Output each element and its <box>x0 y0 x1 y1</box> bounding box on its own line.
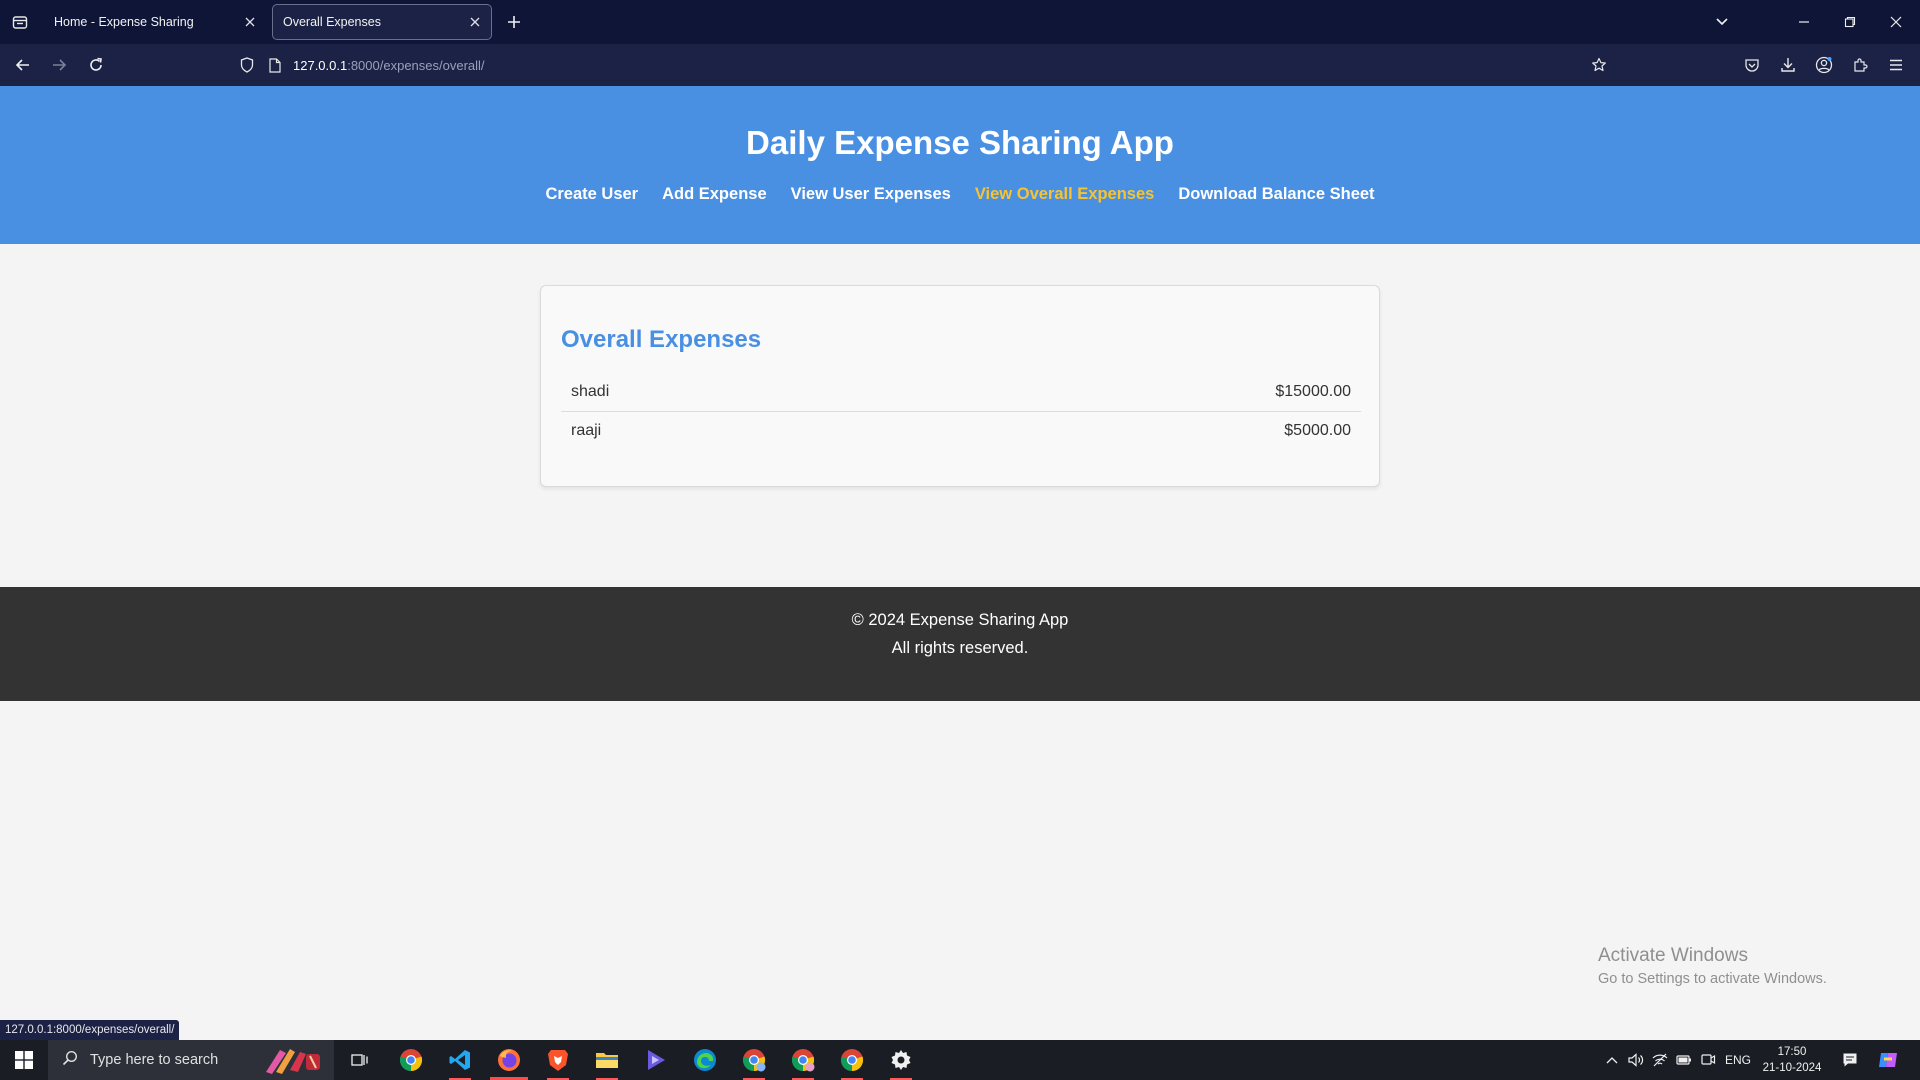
expense-amount: $5000.00 <box>1284 422 1351 439</box>
close-window-icon[interactable] <box>1884 10 1908 34</box>
site-footer: © 2024 Expense Sharing App All rights re… <box>0 587 1920 701</box>
volume-icon[interactable] <box>1624 1040 1648 1080</box>
restore-icon[interactable] <box>1838 10 1862 34</box>
site-header: Daily Expense Sharing App Create User Ad… <box>0 86 1920 244</box>
watermark-title: Activate Windows <box>1598 945 1748 966</box>
chrome-profile-icon[interactable] <box>780 1040 826 1080</box>
nav-link-view-overall-expenses[interactable]: View Overall Expenses <box>975 185 1154 204</box>
clock-date: 21-10-2024 <box>1762 1062 1822 1074</box>
browser-nav-bar: 127.0.0.1:8000/expenses/overall/ <box>0 44 1920 86</box>
address-bar[interactable]: 127.0.0.1:8000/expenses/overall/ <box>230 49 1616 81</box>
search-icon <box>62 1050 78 1070</box>
url-text[interactable]: 127.0.0.1:8000/expenses/overall/ <box>293 58 485 73</box>
downloads-icon[interactable] <box>1776 53 1800 77</box>
link-status-tooltip: 127.0.0.1:8000/expenses/overall/ <box>0 1020 180 1040</box>
page-icon[interactable] <box>266 56 284 74</box>
back-icon[interactable] <box>11 53 35 77</box>
notification-icon[interactable] <box>1834 1040 1866 1080</box>
taskbar-clock[interactable]: 17:50 21-10-2024 <box>1762 1044 1822 1076</box>
taskbar-search-box[interactable]: Type here to search <box>48 1040 334 1080</box>
firefox-view-icon[interactable] <box>8 10 32 34</box>
media-player-icon[interactable] <box>633 1040 679 1080</box>
list-item: raaji $5000.00 <box>561 411 1361 450</box>
close-icon[interactable] <box>238 10 262 34</box>
extensions-icon[interactable] <box>1848 53 1872 77</box>
watermark-subtitle: Go to Settings to activate Windows. <box>1598 971 1827 987</box>
forward-icon[interactable] <box>47 53 71 77</box>
list-all-tabs-icon[interactable] <box>1710 10 1734 34</box>
pocket-icon[interactable] <box>1740 53 1764 77</box>
search-highlight-icon <box>262 1044 328 1076</box>
close-icon[interactable] <box>463 10 487 34</box>
new-tab-icon[interactable] <box>502 10 526 34</box>
nav-link-download-balance-sheet[interactable]: Download Balance Sheet <box>1178 185 1374 204</box>
overall-expenses-card: Overall Expenses shadi $15000.00 raaji $… <box>540 285 1380 487</box>
tab-title: Overall Expenses <box>283 15 381 29</box>
list-item: shadi $15000.00 <box>561 372 1361 411</box>
site-nav: Create User Add Expense View User Expens… <box>0 185 1920 204</box>
settings-icon[interactable] <box>878 1040 924 1080</box>
bookmark-star-icon[interactable] <box>1590 56 1608 74</box>
chrome-profile-icon[interactable] <box>829 1040 875 1080</box>
nav-link-create-user[interactable]: Create User <box>545 185 638 204</box>
file-explorer-icon[interactable] <box>584 1040 630 1080</box>
battery-icon[interactable] <box>1672 1040 1696 1080</box>
chrome-icon[interactable] <box>388 1040 434 1080</box>
network-icon[interactable] <box>1648 1040 1672 1080</box>
site-title: Daily Expense Sharing App <box>746 124 1174 161</box>
menu-icon[interactable] <box>1884 53 1908 77</box>
card-heading: Overall Expenses <box>561 326 762 353</box>
page-viewport: Daily Expense Sharing App Create User Ad… <box>0 86 1920 1040</box>
account-icon[interactable] <box>1812 53 1836 77</box>
activate-windows-watermark: Activate Windows Go to Settings to activ… <box>1598 945 1827 987</box>
expense-user-name: shadi <box>571 382 610 400</box>
footer-copyright: © 2024 Expense Sharing App <box>851 611 1069 629</box>
edge-icon[interactable] <box>682 1040 728 1080</box>
reload-icon[interactable] <box>84 53 108 77</box>
meet-now-icon[interactable] <box>1696 1040 1720 1080</box>
chevron-up-icon[interactable] <box>1600 1040 1624 1080</box>
tab-title: Home - Expense Sharing <box>54 15 194 29</box>
expense-list: shadi $15000.00 raaji $5000.00 <box>561 372 1361 450</box>
search-placeholder: Type here to search <box>90 1052 219 1068</box>
windows-start-icon[interactable] <box>0 1040 48 1080</box>
shield-icon[interactable] <box>238 56 256 74</box>
brave-icon[interactable] <box>535 1040 581 1080</box>
vscode-icon[interactable] <box>437 1040 483 1080</box>
expense-amount: $15000.00 <box>1275 382 1351 400</box>
clock-time: 17:50 <box>1777 1046 1807 1058</box>
nav-link-add-expense[interactable]: Add Expense <box>662 185 767 204</box>
task-view-icon[interactable] <box>337 1040 383 1080</box>
chrome-profile-icon[interactable] <box>731 1040 777 1080</box>
firefox-icon[interactable] <box>486 1040 532 1080</box>
tab-overall-expenses[interactable]: Overall Expenses <box>272 4 492 40</box>
browser-tab-bar: Home - Expense Sharing Overall Expenses <box>0 0 1920 44</box>
nav-link-view-user-expenses[interactable]: View User Expenses <box>791 185 951 204</box>
copilot-icon[interactable] <box>1872 1040 1904 1080</box>
expense-user-name: raaji <box>571 422 602 439</box>
footer-rights: All rights reserved. <box>891 639 1029 657</box>
url-path: :8000/expenses/overall/ <box>347 58 485 73</box>
minimize-icon[interactable] <box>1792 10 1816 34</box>
url-host: 127.0.0.1 <box>293 58 348 73</box>
tab-home[interactable]: Home - Expense Sharing <box>44 4 266 40</box>
windows-taskbar: Type here to search ENG 17:50 21-10-2024 <box>0 1040 1920 1080</box>
language-indicator[interactable]: ENG <box>1720 1040 1756 1080</box>
